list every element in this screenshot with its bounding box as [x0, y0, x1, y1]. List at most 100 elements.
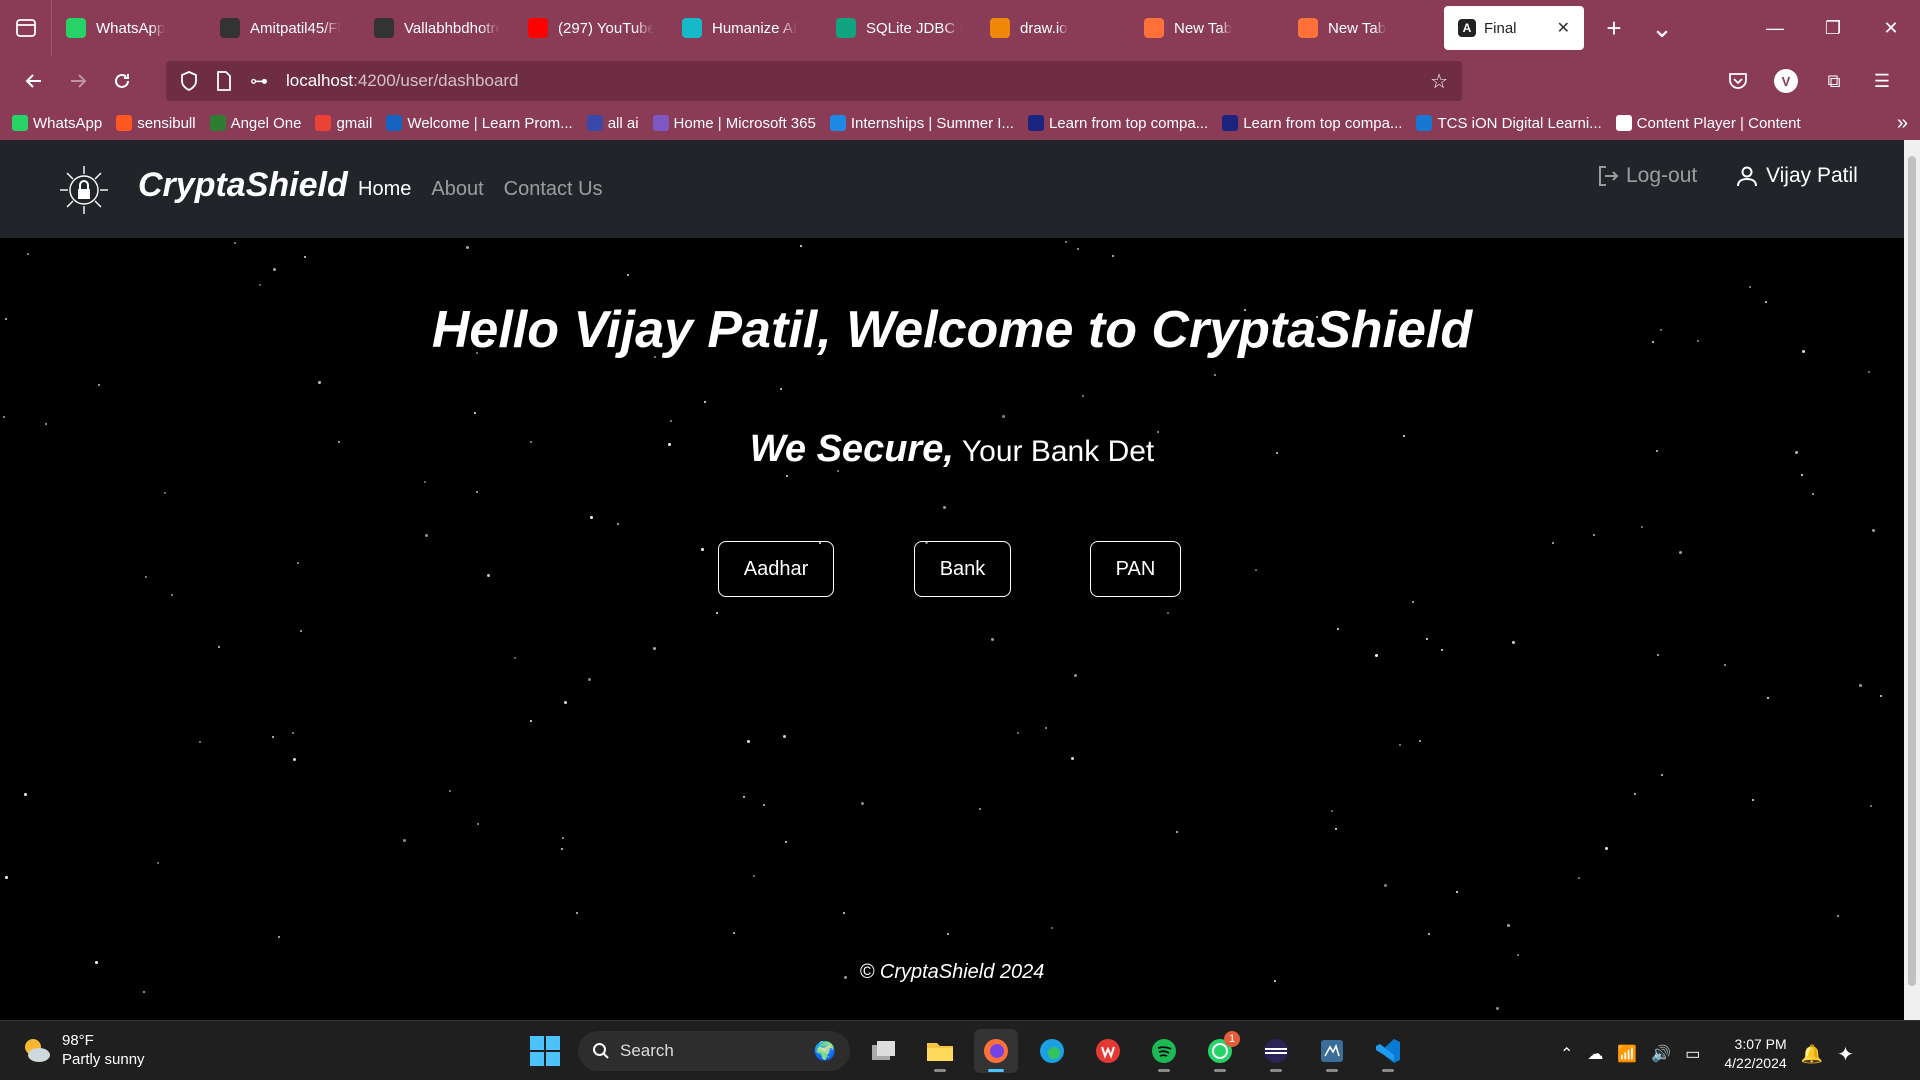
bookmark-item[interactable]: Home | Microsoft 365	[652, 114, 816, 132]
aadhar-button[interactable]: Aadhar	[718, 541, 834, 597]
user-name: Vijay Patil	[1766, 164, 1858, 187]
tab-list-button[interactable]	[0, 0, 52, 56]
lock-gear-logo-icon	[60, 166, 108, 214]
volume-icon[interactable]: 🔊	[1651, 1044, 1671, 1064]
browser-nav-bar: ⊶ localhost:4200/user/dashboard ☆ V ⧉ ☰	[0, 56, 1920, 106]
bookmark-item[interactable]: Welcome | Learn Prom...	[386, 115, 573, 132]
bookmark-item[interactable]: Learn from top compa...	[1027, 114, 1209, 132]
bookmark-item[interactable]: TCS iON Digital Learni...	[1416, 115, 1602, 132]
edge-icon[interactable]	[1030, 1029, 1074, 1073]
user-menu[interactable]: Vijay Patil	[1736, 164, 1858, 188]
permissions-icon[interactable]: ⊶	[250, 71, 268, 92]
close-tab-icon[interactable]: ✕	[1557, 18, 1570, 38]
bank-button[interactable]: Bank	[914, 541, 1011, 597]
bookmark-item[interactable]: Learn from top compa...	[1222, 115, 1402, 132]
shield-icon	[181, 71, 197, 91]
logout-link[interactable]: Log-out	[1596, 164, 1697, 188]
bookmarks-overflow-icon[interactable]: »	[1897, 112, 1908, 135]
wifi-icon[interactable]: 📶	[1617, 1044, 1637, 1064]
bookmark-favicon-icon	[1027, 115, 1044, 131]
web-page: CryptaShield Home About Contact Us Log-out…	[0, 140, 1904, 1020]
reload-icon	[115, 73, 129, 88]
bookmark-item[interactable]: all ai	[586, 115, 639, 132]
file-explorer-icon[interactable]	[918, 1029, 962, 1073]
chevron-down-icon[interactable]: ⌄	[1638, 0, 1686, 56]
nav-link-home[interactable]: Home	[358, 178, 411, 201]
onedrive-icon[interactable]: ☁	[1587, 1044, 1603, 1064]
copilot-icon[interactable]: ✦	[1837, 1042, 1854, 1067]
bookmark-label: Internships | Summer I...	[850, 114, 1014, 132]
forward-button[interactable]	[56, 61, 100, 101]
restore-button[interactable]: ❐	[1804, 0, 1862, 56]
url-bar[interactable]: ⊶ localhost:4200/user/dashboard ☆	[166, 61, 1462, 101]
search-label: Search	[620, 1041, 674, 1060]
scrollbar-thumb[interactable]	[1908, 156, 1916, 986]
bookmark-item[interactable]: WhatsApp	[12, 115, 102, 132]
bookmark-item[interactable]: sensibull	[116, 115, 196, 132]
bookmark-favicon-icon	[209, 115, 226, 131]
tab-title: draw.io	[1020, 19, 1068, 37]
youtube-icon	[528, 18, 548, 38]
bookmark-label: gmail	[336, 114, 373, 132]
page-scrollbar[interactable]	[1904, 140, 1920, 1020]
bookmark-star-icon[interactable]: ☆	[1430, 69, 1448, 94]
bookmark-item[interactable]: Angel One	[209, 115, 301, 132]
weather-condition: Partly sunny	[62, 1051, 145, 1068]
battery-icon[interactable]: ▭	[1685, 1044, 1700, 1064]
browser-tab[interactable]: Humanize AI	[668, 0, 822, 56]
bookmark-item[interactable]: gmail	[315, 115, 372, 132]
close-window-button[interactable]: ✕	[1862, 0, 1920, 56]
tab-active[interactable]: A Final ✕	[1444, 6, 1584, 50]
bookmark-label: Learn from top compa...	[1048, 114, 1209, 132]
bookmark-label: Home | Microsoft 365	[673, 114, 816, 132]
bookmark-label: WhatsApp	[33, 114, 103, 132]
bookmark-item[interactable]: Content Player | Content	[1615, 115, 1801, 132]
github-icon	[220, 18, 240, 38]
browser-tab[interactable]: draw.io	[976, 0, 1130, 56]
menu-icon[interactable]: ☰	[1864, 63, 1900, 99]
notification-bell-icon[interactable]: 🔔	[1801, 1044, 1823, 1065]
pocket-icon[interactable]	[1720, 63, 1756, 99]
brand-name[interactable]: CryptaShield	[138, 166, 348, 205]
spotify-icon[interactable]	[1142, 1029, 1186, 1073]
minimize-button[interactable]: —	[1746, 0, 1804, 56]
task-view-icon[interactable]	[862, 1029, 906, 1073]
taskbar-search[interactable]: Search 🌍	[578, 1031, 850, 1071]
tab-title: New Tab	[1174, 19, 1233, 37]
browser-tab[interactable]: Amitpatil45/Fl	[206, 0, 360, 56]
bookmark-favicon-icon	[315, 115, 332, 131]
wps-office-icon[interactable]	[1086, 1029, 1130, 1073]
browser-tab[interactable]: SQLite JDBC Dr	[822, 0, 976, 56]
firefox-icon[interactable]	[974, 1029, 1018, 1073]
windows-taskbar: 98°F Partly sunny Search 🌍 1 ⌃ ☁ 📶 🔊 ▭ 3:…	[0, 1020, 1920, 1080]
start-button[interactable]	[524, 1030, 566, 1072]
extensions-icon[interactable]: ⧉	[1816, 63, 1852, 99]
new-tab-button[interactable]: +	[1590, 0, 1638, 56]
weather-widget[interactable]: 98°F Partly sunny	[20, 1031, 145, 1069]
nav-link-about[interactable]: About	[431, 178, 483, 201]
browser-tab[interactable]: Vallabhbdhotre	[360, 0, 514, 56]
nav-link-contact-us[interactable]: Contact Us	[504, 178, 603, 201]
url-text[interactable]: localhost:4200/user/dashboard	[286, 71, 519, 91]
back-button[interactable]	[12, 61, 56, 101]
time: 3:07 PM	[1734, 1036, 1787, 1052]
whatsapp-icon[interactable]: 1	[1198, 1029, 1242, 1073]
forward-arrow-icon	[71, 74, 87, 88]
browser-tab[interactable]: New Tab	[1284, 0, 1438, 56]
bookmark-item[interactable]: Internships | Summer I...	[829, 114, 1014, 132]
vscode-icon[interactable]	[1366, 1029, 1410, 1073]
tab-title: Final	[1484, 19, 1517, 37]
browser-tab[interactable]: New Tab	[1130, 0, 1284, 56]
pan-button[interactable]: PAN	[1090, 541, 1181, 597]
eclipse-icon[interactable]	[1254, 1029, 1298, 1073]
browser-tab[interactable]: (297) YouTube	[514, 0, 668, 56]
browser-tab-bar: WhatsApp Amitpatil45/Fl Vallabhbdhotre (297…	[0, 0, 1920, 56]
profile-button[interactable]: V	[1768, 63, 1804, 99]
tagline: We Secure, Your Bank Det	[0, 428, 1904, 471]
mysql-workbench-icon[interactable]	[1310, 1029, 1354, 1073]
chevron-up-icon[interactable]: ⌃	[1560, 1044, 1573, 1064]
browser-tab[interactable]: WhatsApp	[52, 0, 206, 56]
clock[interactable]: 3:07 PM 4/22/2024	[1724, 1035, 1786, 1073]
reload-button[interactable]	[100, 61, 144, 101]
bookmarks-bar: WhatsApp sensibull Angel One gmail Welcome |…	[0, 106, 1920, 140]
